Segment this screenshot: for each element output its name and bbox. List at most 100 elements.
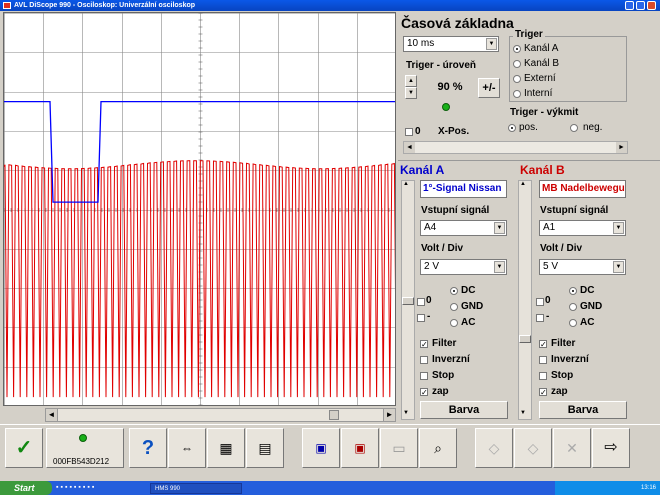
divider (398, 160, 660, 161)
oscilloscope-display[interactable] (3, 12, 396, 406)
trigger-plusminus-button[interactable]: +/- (478, 78, 500, 98)
channel-a-offset-slider[interactable]: ▲ ▼ (401, 180, 415, 420)
channel-b-offset-zero-checkbox[interactable] (536, 298, 544, 306)
channel-b-input-label: Vstupní signál (540, 205, 609, 216)
channel-b-signal-name[interactable]: MB Nadelbewegung (539, 180, 626, 198)
channel-b-offset-minus-label: - (546, 311, 550, 322)
channel-b-checkbox[interactable] (539, 356, 547, 364)
window-title: AVL DiScope 990 - Osciloskop: Univerzáln… (14, 2, 196, 9)
ok-check-icon[interactable]: ✓ (5, 428, 43, 468)
xpos-label: X-Pos. (438, 126, 470, 137)
channel-b-checkbox-label: Filter (551, 338, 576, 349)
scroll-right-icon[interactable]: ► (383, 409, 395, 421)
channel-a-offset-zero-checkbox[interactable] (417, 298, 425, 306)
channel-b-ac-radio[interactable] (569, 319, 577, 327)
maximize-button[interactable] (636, 1, 645, 10)
xpos-left-icon[interactable]: ◄ (404, 142, 415, 153)
system-tray: 13:16 (555, 481, 660, 495)
zoom-icon[interactable]: ⌕ (419, 428, 457, 468)
channel-a-checkbox-label: Filter (432, 338, 457, 349)
channel-b-offset-minus-checkbox[interactable] (536, 314, 544, 322)
edge-pos-radio[interactable] (508, 124, 516, 132)
slider-down-icon[interactable]: ▼ (403, 410, 409, 416)
channel-a-gnd-label: GND (461, 301, 484, 312)
chevron-down-icon[interactable]: ▼ (613, 222, 624, 234)
xpos-right-icon[interactable]: ► (616, 142, 627, 153)
save-icon[interactable]: ▦ (207, 428, 245, 468)
close-button[interactable] (647, 1, 656, 10)
trigger-level-up-button[interactable]: ▲ (405, 75, 417, 87)
channel-a-volt-value: 2 V (424, 261, 440, 272)
disabled-cross-icon[interactable]: ✕ (553, 428, 591, 468)
channel-a-checkbox[interactable] (420, 372, 428, 380)
edge-pos-label: pos. (519, 122, 538, 133)
trigger-source-label: Kanál A (524, 43, 559, 54)
chevron-down-icon[interactable]: ▼ (486, 38, 497, 50)
blank-page-icon[interactable]: ▭ (380, 428, 418, 468)
trigger-source-radio[interactable] (513, 90, 521, 98)
print-icon[interactable]: ▤ (246, 428, 284, 468)
scroll-left-icon[interactable]: ◄ (46, 409, 58, 421)
prev-marker-icon[interactable]: ◇ (475, 428, 513, 468)
channel-a-ac-radio[interactable] (450, 319, 458, 327)
channel-a-checkbox[interactable]: ✓ (420, 388, 428, 397)
channel-a-volt-select[interactable]: 2 V ▼ (420, 259, 507, 275)
channel-b-ac-label: AC (580, 317, 595, 328)
exit-icon[interactable]: ⇨ (592, 428, 630, 468)
timebase-select[interactable]: 10 ms ▼ (403, 36, 499, 52)
channel-b-checkbox-label: Stop (551, 370, 574, 381)
channel-b-gnd-radio[interactable] (569, 303, 577, 311)
channel-b-checkbox[interactable]: ✓ (539, 388, 547, 397)
channel-a-heading: Kanál A (400, 163, 445, 177)
help-icon[interactable]: ? (129, 428, 167, 468)
channel-b-dc-radio[interactable] (569, 287, 577, 295)
window-titlebar[interactable]: AVL DiScope 990 - Osciloskop: Univerzáln… (0, 0, 660, 11)
channel-a-offset-minus-checkbox[interactable] (417, 314, 425, 322)
edge-neg-radio[interactable] (570, 124, 578, 132)
scope-horizontal-scrollbar[interactable]: ◄ ► (45, 408, 396, 422)
channel-b-input-select[interactable]: A1 ▼ (539, 220, 626, 236)
next-marker-icon[interactable]: ◇ (514, 428, 552, 468)
channel-a-gnd-radio[interactable] (450, 303, 458, 311)
channel-b-offset-slider[interactable]: ▲ ▼ (518, 180, 532, 420)
quicklaunch-icons[interactable]: ▪▪▪▪▪▪▪▪▪ (56, 484, 146, 493)
scroll-thumb[interactable] (329, 410, 339, 420)
trigger-level-down-button[interactable]: ▼ (405, 87, 417, 99)
channel-b-checkbox[interactable] (539, 372, 547, 380)
save-channel-b-icon[interactable]: ▣ (341, 428, 379, 468)
channel-b-volt-select[interactable]: 5 V ▼ (539, 259, 626, 275)
channel-a-color-button[interactable]: Barva (420, 401, 508, 419)
chevron-down-icon[interactable]: ▼ (494, 261, 505, 273)
channel-a-checkbox[interactable]: ✓ (420, 340, 428, 349)
channel-b-volt-value: 5 V (543, 261, 559, 272)
channel-b-checkbox[interactable]: ✓ (539, 340, 547, 349)
channel-a-input-select[interactable]: A4 ▼ (420, 220, 507, 236)
channel-b-color-button[interactable]: Barva (539, 401, 627, 419)
channel-a-signal-name[interactable]: 1°-Signal Nissan (420, 180, 507, 198)
chevron-down-icon[interactable]: ▼ (613, 261, 624, 273)
channel-b-gnd-label: GND (580, 301, 603, 312)
start-button[interactable]: Start (0, 481, 52, 495)
trigger-source-radio[interactable] (513, 60, 521, 68)
channel-a-dc-radio[interactable] (450, 287, 458, 295)
scale-icon[interactable]: ⇔ (168, 428, 206, 468)
minimize-button[interactable] (625, 1, 634, 10)
app-icon (3, 2, 11, 9)
slider-down-icon[interactable]: ▼ (520, 410, 526, 416)
channel-a-checkbox[interactable] (420, 356, 428, 364)
channel-a-ac-label: AC (461, 317, 476, 328)
trigger-source-radio[interactable] (513, 75, 521, 83)
trigger-led-icon (442, 103, 450, 111)
channel-a-offset-knob[interactable] (402, 297, 414, 305)
xpos-checkbox[interactable] (405, 128, 413, 136)
xpos-slider[interactable]: ◄ ► (403, 141, 628, 154)
slider-up-icon[interactable]: ▲ (520, 181, 526, 187)
chevron-down-icon[interactable]: ▼ (494, 222, 505, 234)
taskbar-window-item[interactable]: HMS 990 (150, 483, 242, 494)
trigger-source-radio[interactable] (513, 45, 521, 53)
channel-b-offset-knob[interactable] (519, 335, 531, 343)
slider-up-icon[interactable]: ▲ (403, 181, 409, 187)
timebase-heading: Časová základna (401, 15, 514, 31)
channel-b-checkbox-label: zap (551, 386, 568, 397)
save-channel-a-icon[interactable]: ▣ (302, 428, 340, 468)
